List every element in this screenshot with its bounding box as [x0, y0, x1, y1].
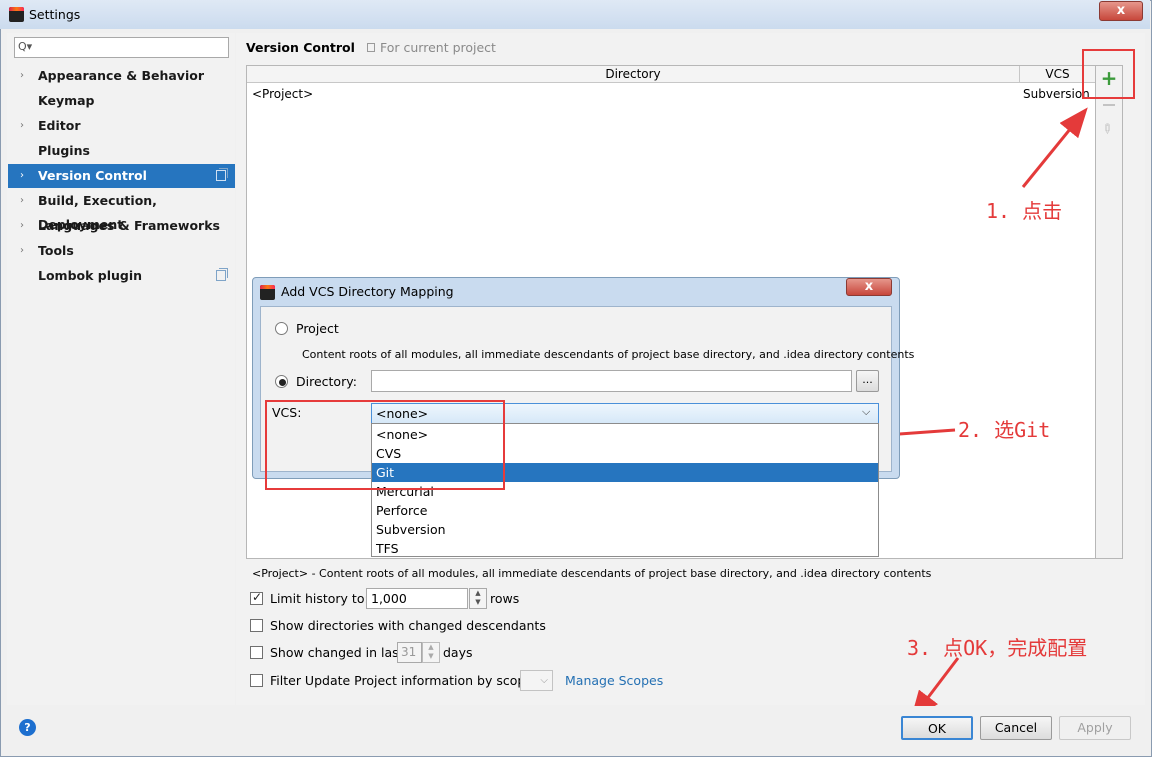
scope-select[interactable]: ⌵ — [520, 670, 553, 691]
show-directories-label[interactable]: Show directories with changed descendant… — [270, 618, 546, 633]
project-description: Content roots of all modules, all immedi… — [302, 348, 915, 361]
vcs-option-perforce[interactable]: Perforce — [372, 501, 878, 520]
dialog-button-bar — [1, 706, 1151, 756]
project-radio-label[interactable]: Project — [296, 321, 339, 336]
filter-scope-label[interactable]: Filter Update Project information by sco… — [270, 673, 533, 688]
dialog-title: Add VCS Directory Mapping — [281, 284, 454, 299]
show-changed-label[interactable]: Show changed in last — [270, 645, 404, 660]
manage-scopes-link[interactable]: Manage Scopes — [565, 673, 663, 688]
show-changed-stepper[interactable]: ▲ ▼ — [422, 642, 440, 663]
annotation-step-3: 3. 点OK，完成配置 — [907, 636, 1088, 660]
directory-input[interactable] — [371, 370, 852, 392]
show-directories-checkbox[interactable] — [250, 619, 263, 632]
show-changed-unit: days — [443, 645, 473, 660]
ok-button[interactable]: OK — [901, 716, 973, 740]
intellij-app-icon — [260, 285, 275, 300]
limit-history-input[interactable]: 1,000 — [366, 588, 468, 609]
browse-button[interactable]: ... — [856, 370, 879, 392]
arrow-to-add-button — [1021, 107, 1088, 188]
show-changed-checkbox[interactable] — [250, 646, 263, 659]
apply-button[interactable]: Apply — [1059, 716, 1131, 740]
project-note: <Project> - Content roots of all modules… — [252, 567, 932, 580]
cancel-button[interactable]: Cancel — [980, 716, 1052, 740]
vcs-option-tfs[interactable]: TFS — [372, 539, 878, 558]
filter-scope-checkbox[interactable] — [250, 674, 263, 687]
highlight-box-vcs — [265, 400, 505, 490]
chevron-down-icon: ⌵ — [862, 405, 871, 418]
project-radio[interactable] — [275, 322, 288, 335]
dialog-close-button[interactable]: x — [846, 278, 892, 296]
limit-history-unit: rows — [490, 591, 520, 606]
limit-history-checkbox[interactable] — [250, 590, 263, 605]
limit-history-stepper[interactable]: ▲ ▼ — [469, 588, 487, 609]
annotation-step-2: 2. 选Git — [958, 418, 1051, 442]
help-button[interactable]: ? — [19, 719, 36, 736]
annotation-step-1: 1. 点击 — [986, 199, 1063, 223]
show-changed-input[interactable]: 31 — [397, 642, 422, 663]
vcs-option-subversion[interactable]: Subversion — [372, 520, 878, 539]
directory-radio[interactable] — [275, 375, 288, 388]
directory-radio-label[interactable]: Directory: — [296, 374, 357, 389]
limit-history-label[interactable]: Limit history to: — [270, 591, 369, 606]
